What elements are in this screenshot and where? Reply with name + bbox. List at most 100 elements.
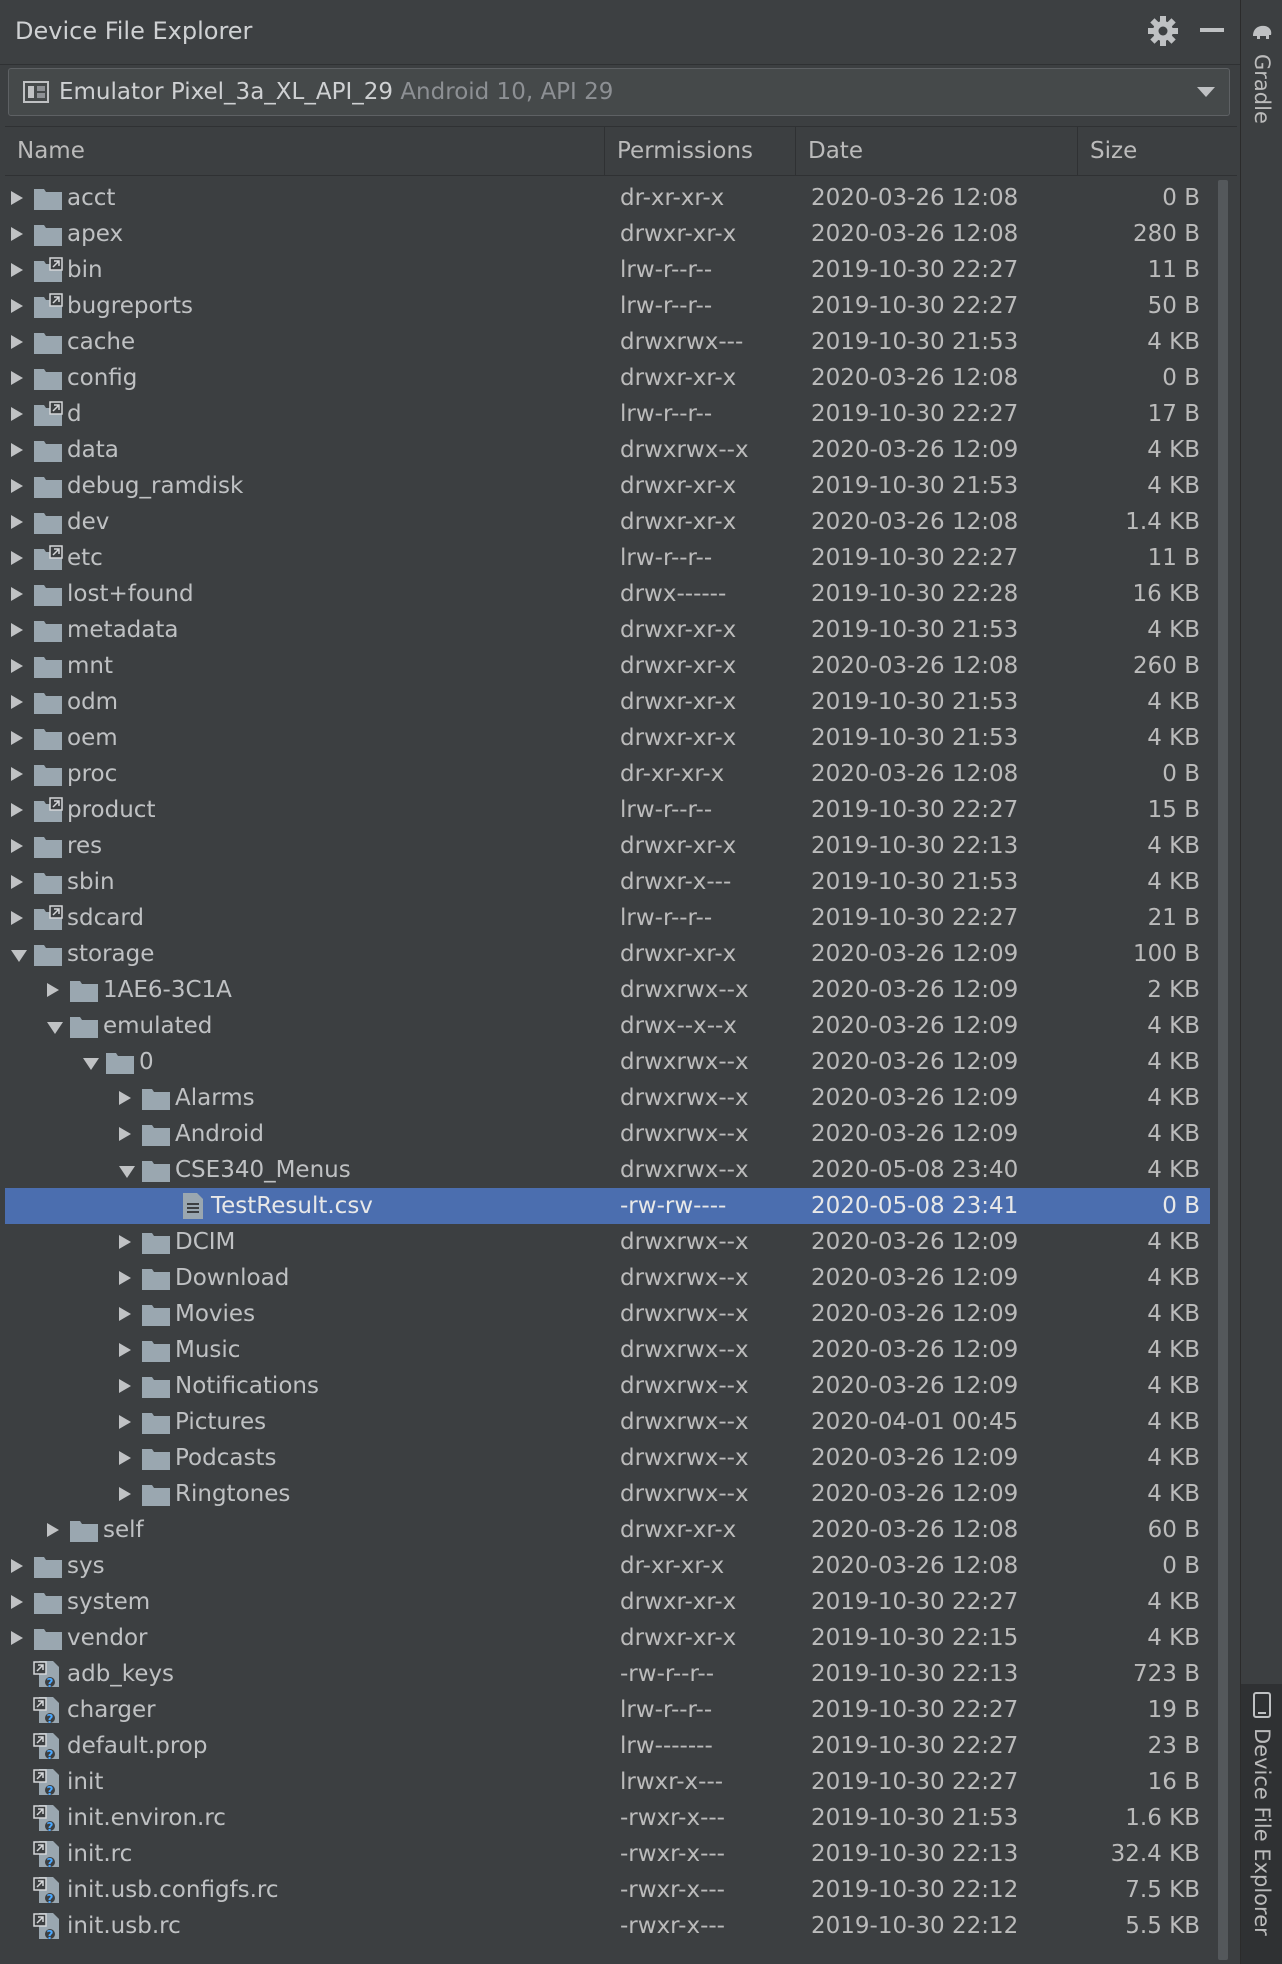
expand-arrow-closed-icon[interactable] [119, 1415, 131, 1429]
minimize-icon[interactable] [1200, 28, 1224, 32]
expand-arrow-closed-icon[interactable] [119, 1487, 131, 1501]
table-row[interactable]: sbin drwxr-x--- 2019-10-30 21:53 4 KB [5, 864, 1210, 900]
table-row[interactable]: sdcard lrw-r--r-- 2019-10-30 22:27 21 B [5, 900, 1210, 936]
table-row[interactable]: Ringtones drwxrwx--x 2020-03-26 12:09 4 KB [5, 1476, 1210, 1512]
table-row[interactable]: Pictures drwxrwx--x 2020-04-01 00:45 4 KB [5, 1404, 1210, 1440]
table-row[interactable]: proc dr-xr-xr-x 2020-03-26 12:08 0 B [5, 756, 1210, 792]
table-row[interactable]: storage drwxr-xr-x 2020-03-26 12:09 100 B [5, 936, 1210, 972]
expand-arrow-open-icon[interactable] [119, 1166, 135, 1178]
expand-arrow-closed-icon[interactable] [11, 767, 23, 781]
expand-arrow-open-icon[interactable] [11, 950, 27, 962]
expand-arrow-closed-icon[interactable] [11, 299, 23, 313]
column-header-permissions[interactable]: Permissions [605, 127, 796, 175]
table-row[interactable]: Android drwxrwx--x 2020-03-26 12:09 4 KB [5, 1116, 1210, 1152]
table-row[interactable]: lost+found drwx------ 2019-10-30 22:28 16 K… [5, 576, 1210, 612]
expand-arrow-closed-icon[interactable] [11, 1559, 23, 1573]
table-row[interactable]: res drwxr-xr-x 2019-10-30 22:13 4 KB [5, 828, 1210, 864]
expand-arrow-closed-icon[interactable] [47, 983, 59, 997]
table-row[interactable]: bin lrw-r--r-- 2019-10-30 22:27 11 B [5, 252, 1210, 288]
expand-arrow-closed-icon[interactable] [11, 263, 23, 277]
expand-arrow-closed-icon[interactable] [11, 875, 23, 889]
expand-arrow-closed-icon[interactable] [11, 911, 23, 925]
expand-arrow-closed-icon[interactable] [11, 371, 23, 385]
table-row[interactable]: odm drwxr-xr-x 2019-10-30 21:53 4 KB [5, 684, 1210, 720]
table-row[interactable]: TestResult.csv -rw-rw---- 2020-05-08 23:41… [5, 1188, 1210, 1224]
table-row[interactable]: bugreports lrw-r--r-- 2019-10-30 22:27 50 B [5, 288, 1210, 324]
expand-arrow-open-icon[interactable] [47, 1022, 63, 1034]
expand-arrow-closed-icon[interactable] [11, 659, 23, 673]
table-row[interactable]: mnt drwxr-xr-x 2020-03-26 12:08 260 B [5, 648, 1210, 684]
column-header-size[interactable]: Size [1078, 127, 1237, 175]
expand-arrow-closed-icon[interactable] [11, 587, 23, 601]
table-row[interactable]: emulated drwx--x--x 2020-03-26 12:09 4 KB [5, 1008, 1210, 1044]
table-row[interactable]: Alarms drwxrwx--x 2020-03-26 12:09 4 KB [5, 1080, 1210, 1116]
expand-arrow-closed-icon[interactable] [11, 551, 23, 565]
table-row[interactable]: config drwxr-xr-x 2020-03-26 12:08 0 B [5, 360, 1210, 396]
table-row[interactable]: metadata drwxr-xr-x 2019-10-30 21:53 4 KB [5, 612, 1210, 648]
column-header-date[interactable]: Date [796, 127, 1078, 175]
expand-arrow-open-icon[interactable] [83, 1058, 99, 1070]
vertical-scrollbar[interactable] [1214, 180, 1232, 1964]
expand-arrow-closed-icon[interactable] [119, 1451, 131, 1465]
table-row[interactable]: d lrw-r--r-- 2019-10-30 22:27 17 B [5, 396, 1210, 432]
table-row[interactable]: ? init.rc -rwxr-x--- 2019-10-30 22:13 32.4 K… [5, 1836, 1210, 1872]
table-row[interactable]: acct dr-xr-xr-x 2020-03-26 12:08 0 B [5, 180, 1210, 216]
table-row[interactable]: product lrw-r--r-- 2019-10-30 22:27 15 B [5, 792, 1210, 828]
table-row[interactable]: 1AE6-3C1A drwxrwx--x 2020-03-26 12:09 2 KB [5, 972, 1210, 1008]
gradle-tab[interactable]: Gradle [1250, 54, 1274, 124]
table-row[interactable]: Music drwxrwx--x 2020-03-26 12:09 4 KB [5, 1332, 1210, 1368]
table-row[interactable]: apex drwxr-xr-x 2020-03-26 12:08 280 B [5, 216, 1210, 252]
table-row[interactable]: sys dr-xr-xr-x 2020-03-26 12:08 0 B [5, 1548, 1210, 1584]
expand-arrow-closed-icon[interactable] [119, 1235, 131, 1249]
expand-arrow-closed-icon[interactable] [11, 1595, 23, 1609]
expand-arrow-closed-icon[interactable] [11, 1631, 23, 1645]
column-header-name[interactable]: Name [5, 127, 605, 175]
expand-arrow-closed-icon[interactable] [119, 1307, 131, 1321]
expand-arrow-closed-icon[interactable] [11, 191, 23, 205]
table-row[interactable]: ? default.prop lrw------- 2019-10-30 22:27 2… [5, 1728, 1210, 1764]
table-row[interactable]: oem drwxr-xr-x 2019-10-30 21:53 4 KB [5, 720, 1210, 756]
table-row[interactable]: Notifications drwxrwx--x 2020-03-26 12:09 4… [5, 1368, 1210, 1404]
table-row[interactable]: CSE340_Menus drwxrwx--x 2020-05-08 23:40 4 … [5, 1152, 1210, 1188]
scrollbar-thumb[interactable] [1218, 180, 1228, 1960]
expand-arrow-closed-icon[interactable] [11, 731, 23, 745]
table-row[interactable]: data drwxrwx--x 2020-03-26 12:09 4 KB [5, 432, 1210, 468]
table-row[interactable]: Podcasts drwxrwx--x 2020-03-26 12:09 4 KB [5, 1440, 1210, 1476]
table-row[interactable]: system drwxr-xr-x 2019-10-30 22:27 4 KB [5, 1584, 1210, 1620]
expand-arrow-closed-icon[interactable] [11, 335, 23, 349]
table-row[interactable]: debug_ramdisk drwxr-xr-x 2019-10-30 21:53 4… [5, 468, 1210, 504]
expand-arrow-closed-icon[interactable] [11, 803, 23, 817]
table-row[interactable]: vendor drwxr-xr-x 2019-10-30 22:15 4 KB [5, 1620, 1210, 1656]
device-file-explorer-tab[interactable]: Device File Explorer [1241, 1684, 1282, 1964]
table-row[interactable]: 0 drwxrwx--x 2020-03-26 12:09 4 KB [5, 1044, 1210, 1080]
expand-arrow-closed-icon[interactable] [11, 839, 23, 853]
table-row[interactable]: ? init.usb.configfs.rc -rwxr-x--- 2019-10-3… [5, 1872, 1210, 1908]
expand-arrow-closed-icon[interactable] [11, 479, 23, 493]
expand-arrow-closed-icon[interactable] [119, 1091, 131, 1105]
expand-arrow-closed-icon[interactable] [11, 443, 23, 457]
table-row[interactable]: cache drwxrwx--- 2019-10-30 21:53 4 KB [5, 324, 1210, 360]
device-selector[interactable]: Emulator Pixel_3a_XL_API_29 Android 10, … [8, 68, 1230, 116]
table-row[interactable]: ? init.environ.rc -rwxr-x--- 2019-10-30 21:… [5, 1800, 1210, 1836]
table-row[interactable]: dev drwxr-xr-x 2020-03-26 12:08 1.4 KB [5, 504, 1210, 540]
expand-arrow-closed-icon[interactable] [11, 407, 23, 421]
expand-arrow-closed-icon[interactable] [11, 227, 23, 241]
table-row[interactable]: Movies drwxrwx--x 2020-03-26 12:09 4 KB [5, 1296, 1210, 1332]
table-row[interactable]: ? init lrwxr-x--- 2019-10-30 22:27 16 B [5, 1764, 1210, 1800]
expand-arrow-closed-icon[interactable] [119, 1127, 131, 1141]
table-row[interactable]: self drwxr-xr-x 2020-03-26 12:08 60 B [5, 1512, 1210, 1548]
expand-arrow-closed-icon[interactable] [11, 695, 23, 709]
gear-icon[interactable] [1146, 14, 1180, 48]
expand-arrow-closed-icon[interactable] [47, 1523, 59, 1537]
expand-arrow-closed-icon[interactable] [11, 623, 23, 637]
table-row[interactable]: DCIM drwxrwx--x 2020-03-26 12:09 4 KB [5, 1224, 1210, 1260]
expand-arrow-closed-icon[interactable] [119, 1379, 131, 1393]
table-row[interactable]: ? charger lrw-r--r-- 2019-10-30 22:27 19 B [5, 1692, 1210, 1728]
table-row[interactable]: ? adb_keys -rw-r--r-- 2019-10-30 22:13 723 B [5, 1656, 1210, 1692]
chevron-down-icon[interactable] [1197, 87, 1215, 97]
table-row[interactable]: Download drwxrwx--x 2020-03-26 12:09 4 KB [5, 1260, 1210, 1296]
expand-arrow-closed-icon[interactable] [119, 1343, 131, 1357]
expand-arrow-closed-icon[interactable] [11, 515, 23, 529]
table-row[interactable]: ? init.usb.rc -rwxr-x--- 2019-10-30 22:12 5.… [5, 1908, 1210, 1944]
expand-arrow-closed-icon[interactable] [119, 1271, 131, 1285]
